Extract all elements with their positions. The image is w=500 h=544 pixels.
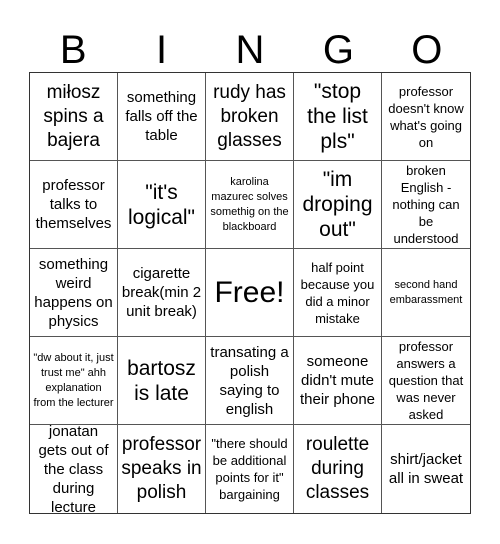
bingo-cell-r1-c1[interactable]: miłosz spins a bajera [30, 73, 118, 161]
bingo-cell-r3-c4[interactable]: half point because you did a minor mista… [294, 249, 382, 337]
header-letter-o: O [411, 28, 443, 72]
bingo-cell-r1-c2[interactable]: something falls off the table [118, 73, 206, 161]
bingo-cell-r3-c5[interactable]: second hand embarassment [382, 249, 470, 337]
bingo-cell-r1-c3[interactable]: rudy has broken glasses [206, 73, 294, 161]
bingo-cell-text: shirt/jacket all in sweat [388, 451, 464, 487]
bingo-cell-r2-c3[interactable]: karolina mazurec solves somethig on the … [206, 161, 294, 249]
bingo-cell-text: professor talks to themselves [35, 177, 112, 232]
bingo-cell-text: second hand embarassment [389, 278, 463, 306]
bingo-cell-text: miłosz spins a bajera [43, 81, 104, 151]
bingo-cell-text: "dw about it, just trust me" ahh explana… [33, 351, 114, 409]
bingo-cell-r3-c1[interactable]: something weird happens on physics [30, 249, 118, 337]
bingo-cell-r2-c1[interactable]: professor talks to themselves [30, 161, 118, 249]
bingo-cell-text: transating a polish saying to english [210, 343, 289, 418]
bingo-cell-r2-c4[interactable]: "im droping out" [294, 161, 382, 249]
bingo-cell-r1-c4[interactable]: "stop the list pls" [294, 73, 382, 161]
bingo-cell-r5-c5[interactable]: shirt/jacket all in sweat [382, 425, 470, 513]
header-letter-g: G [322, 28, 354, 72]
bingo-cell-r4-c5[interactable]: professor answers a question that was ne… [382, 337, 470, 425]
bingo-cell-text: cigarette break(min 2 unit break) [121, 265, 202, 320]
header-letter-n: N [235, 28, 265, 72]
bingo-cell-r4-c2[interactable]: bartosz is late [118, 337, 206, 425]
bingo-cell-r5-c3[interactable]: "there should be additional points for i… [206, 425, 294, 513]
bingo-cell-r1-c5[interactable]: professor doesn't know what's going on [382, 73, 470, 161]
bingo-cell-text: Free! [214, 275, 285, 309]
bingo-cell-r5-c1[interactable]: jonatan gets out of the class during lec… [30, 425, 118, 513]
bingo-cell-text: bartosz is late [127, 356, 196, 405]
bingo-cell-text: half point because you did a minor mista… [300, 259, 375, 326]
bingo-cell-text: karolina mazurec solves somethig on the … [210, 175, 289, 233]
header-letter-b: B [59, 28, 87, 72]
bingo-cell-text: broken English - nothing can be understo… [392, 163, 460, 246]
bingo-cell-r5-c2[interactable]: professor speaks in polish [118, 425, 206, 513]
bingo-board: miłosz spins a bajera something falls off… [29, 72, 471, 514]
bingo-cell-r3-c2[interactable]: cigarette break(min 2 unit break) [118, 249, 206, 337]
bingo-cell-r4-c4[interactable]: someone didn't mute their phone [294, 337, 382, 425]
header-letter-i: I [156, 28, 168, 72]
bingo-cell-text: professor answers a question that was ne… [388, 339, 464, 422]
bingo-cell-r2-c5[interactable]: broken English - nothing can be understo… [382, 161, 470, 249]
bingo-cell-text: someone didn't mute their phone [299, 353, 376, 408]
bingo-cell-r5-c4[interactable]: roulette during classes [294, 425, 382, 513]
bingo-cell-text: rudy has broken glasses [213, 81, 286, 151]
bingo-cell-text: "there should be additional points for i… [211, 436, 288, 502]
bingo-cell-text: "im droping out" [302, 168, 373, 241]
bingo-cell-text: something falls off the table [125, 89, 198, 144]
bingo-header: B I N G O [29, 22, 471, 72]
bingo-cell-text: "it's logical" [128, 180, 195, 229]
bingo-cell-r4-c1[interactable]: "dw about it, just trust me" ahh explana… [30, 337, 118, 425]
bingo-cell-text: professor speaks in polish [121, 434, 202, 503]
bingo-cell-text: roulette during classes [305, 434, 370, 503]
bingo-cell-text: jonatan gets out of the class during lec… [38, 425, 109, 513]
bingo-cell-text: "stop the list pls" [307, 80, 368, 153]
bingo-cell-r2-c2[interactable]: "it's logical" [118, 161, 206, 249]
bingo-cell-r4-c3[interactable]: transating a polish saying to english [206, 337, 294, 425]
bingo-cell-text: professor doesn't know what's going on [388, 83, 464, 150]
bingo-cell-text: something weird happens on physics [34, 255, 113, 330]
bingo-cell-free[interactable]: Free! [206, 249, 294, 337]
